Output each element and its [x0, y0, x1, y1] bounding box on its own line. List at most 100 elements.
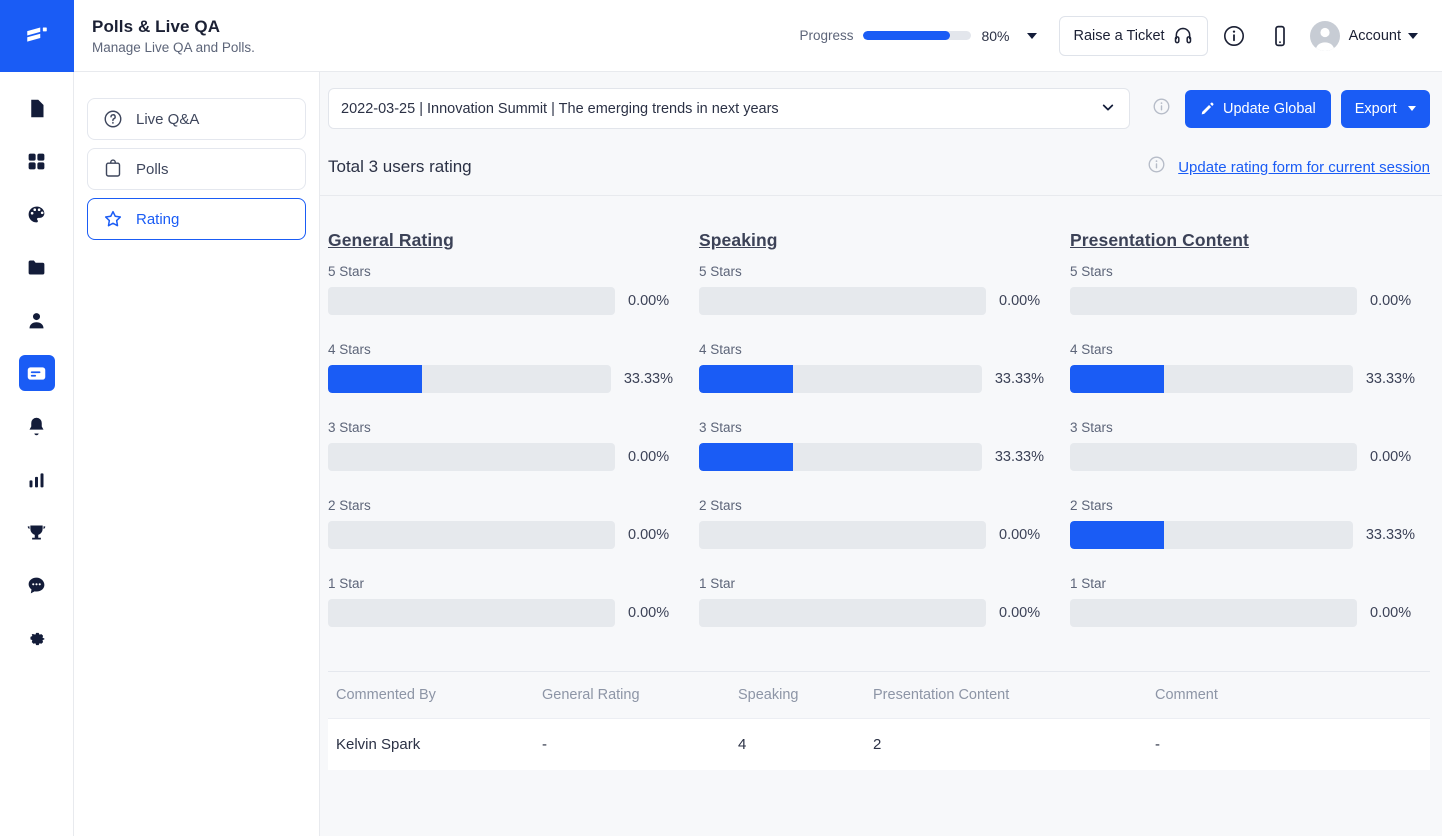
rating-bar-percent: 0.00%	[999, 605, 1041, 621]
chevron-down-icon[interactable]	[1026, 32, 1037, 39]
rail-item-gear[interactable]	[19, 620, 55, 656]
clipboard-icon	[105, 159, 121, 177]
rating-bar-fill	[1070, 521, 1165, 549]
rating-bar-percent: 33.33%	[994, 449, 1044, 465]
rating-row-label: 1 Star	[328, 576, 365, 591]
progress-indicator[interactable]: Progress 80%	[799, 28, 1037, 44]
bell-icon	[29, 417, 44, 435]
sidebar-item-rating[interactable]: Rating	[87, 198, 306, 240]
app-logo[interactable]	[0, 0, 74, 72]
gear-icon	[30, 632, 45, 645]
rating-bar-percent: 0.00%	[1370, 449, 1412, 465]
progress-track	[863, 31, 972, 40]
table-row[interactable]: Kelvin Spark - 4 2 -	[328, 718, 1430, 770]
session-select[interactable]: 2022-03-25 | Innovation Summit | The eme…	[328, 88, 1130, 129]
raise-ticket-label: Raise a Ticket	[1073, 27, 1165, 44]
rail-item-person[interactable]	[19, 302, 55, 338]
rating-column-title: General Rating	[328, 230, 454, 250]
rail-item-document[interactable]	[19, 90, 55, 126]
rating-bar-track	[1070, 521, 1353, 549]
export-button[interactable]: Export	[1340, 89, 1430, 128]
rating-row: 4 Stars 33.33%	[699, 342, 1044, 393]
rail-item-polls[interactable]	[18, 355, 55, 391]
summary-actions: Update rating form for current session	[1147, 155, 1430, 179]
rating-bar-wrap: 0.00%	[328, 443, 673, 471]
rating-row-label: 4 Stars	[328, 342, 371, 357]
rail-item-bell[interactable]	[19, 408, 55, 444]
grid-icon	[28, 153, 45, 169]
rating-row-label: 3 Stars	[328, 420, 371, 435]
rail-item-trophy[interactable]	[19, 514, 55, 550]
page-subtitle: Manage Live QA and Polls.	[92, 39, 255, 55]
sidebar-item-label: Live Q&A	[136, 110, 200, 128]
rating-column-title: Presentation Content	[1070, 230, 1249, 250]
account-chevron-down-icon[interactable]	[1408, 32, 1418, 39]
rail-item-palette[interactable]	[19, 196, 55, 232]
rating-bar-wrap: 33.33%	[699, 443, 1044, 471]
rail-item-folder[interactable]	[19, 249, 55, 285]
update-global-label: Update Global	[1223, 100, 1316, 117]
summary-info-button[interactable]	[1147, 155, 1166, 179]
rating-row-label: 2 Stars	[328, 498, 371, 513]
update-global-button[interactable]: Update Global	[1185, 89, 1331, 128]
sidebar-item-label: Polls	[136, 160, 169, 178]
question-circle-icon	[104, 110, 122, 128]
rating-bar-wrap: 0.00%	[1070, 287, 1415, 315]
rating-bar-wrap: 33.33%	[1070, 365, 1415, 393]
avatar[interactable]	[1309, 20, 1340, 51]
rating-bar-percent: 0.00%	[999, 527, 1041, 543]
rating-row: 1 Star 0.00%	[1070, 576, 1415, 627]
rating-row: 2 Stars 33.33%	[1070, 498, 1415, 549]
update-rating-form-link[interactable]: Update rating form for current session	[1178, 159, 1430, 176]
bar-chart-icon	[29, 472, 44, 487]
rating-row: 2 Stars 0.00%	[699, 498, 1044, 549]
palette-icon	[28, 205, 45, 222]
header-titles: Polls & Live QA Manage Live QA and Polls…	[92, 17, 255, 55]
rail-item-grid[interactable]	[19, 143, 55, 179]
rating-bar-wrap: 0.00%	[328, 599, 673, 627]
column-header-presentation-content: Presentation Content	[873, 687, 1010, 703]
rail-item-chat[interactable]	[19, 567, 55, 603]
raise-ticket-button[interactable]: Raise a Ticket	[1058, 15, 1208, 56]
top-header: Polls & Live QA Manage Live QA and Polls…	[74, 0, 1442, 72]
toolbar-info-button[interactable]	[1152, 97, 1171, 121]
rating-bar-wrap: 0.00%	[328, 521, 673, 549]
rating-bar-percent: 33.33%	[1365, 527, 1415, 543]
rating-bar-percent: 33.33%	[994, 371, 1044, 387]
info-circle-icon	[1223, 25, 1244, 46]
rating-row: 3 Stars 0.00%	[1070, 420, 1415, 471]
rating-row: 1 Star 0.00%	[699, 576, 1044, 627]
rating-bar-track	[328, 599, 615, 627]
rating-bar-percent: 33.33%	[1365, 371, 1415, 387]
rating-row: 5 Stars 0.00%	[699, 264, 1044, 315]
rating-bar-track	[328, 521, 615, 549]
right-pane: Polls & Live QA Manage Live QA and Polls…	[74, 0, 1442, 836]
cell-presentation-content: 2	[873, 736, 882, 753]
rating-bar-percent: 33.33%	[623, 371, 673, 387]
body: Live Q&A Polls Rating 2022-03-25 | Innov…	[74, 72, 1442, 836]
rating-row-label: 1 Star	[1070, 576, 1107, 591]
export-label: Export	[1354, 100, 1397, 117]
rating-bar-percent: 0.00%	[999, 293, 1041, 309]
toolbar: 2022-03-25 | Innovation Summit | The eme…	[320, 72, 1442, 141]
rating-row-label: 3 Stars	[1070, 420, 1113, 435]
rating-row: 3 Stars 0.00%	[328, 420, 673, 471]
sidebar-item-live-qa[interactable]: Live Q&A	[87, 98, 306, 140]
rail-item-bar-chart[interactable]	[19, 461, 55, 497]
sidebar-item-polls[interactable]: Polls	[87, 148, 306, 190]
info-button[interactable]	[1214, 16, 1254, 56]
trophy-icon	[27, 525, 46, 539]
app-root: Polls & Live QA Manage Live QA and Polls…	[0, 0, 1442, 836]
table-header-row: Commented By General Rating Speaking Pre…	[328, 672, 1430, 718]
rating-bar-percent: 0.00%	[628, 527, 670, 543]
rating-bar-track	[328, 287, 615, 315]
rating-bar-track	[328, 365, 611, 393]
rating-row: 5 Stars 0.00%	[1070, 264, 1415, 315]
rating-column: Speaking 5 Stars 0.00% 4 Stars 33.33% 3 Stars…	[699, 230, 1044, 654]
rating-bar-percent: 0.00%	[628, 449, 670, 465]
polls-icon	[27, 366, 46, 380]
cell-comment: -	[1155, 736, 1160, 753]
mobile-button[interactable]	[1260, 16, 1300, 56]
rating-row-label: 5 Stars	[328, 264, 371, 279]
rating-bar-wrap: 33.33%	[699, 365, 1044, 393]
